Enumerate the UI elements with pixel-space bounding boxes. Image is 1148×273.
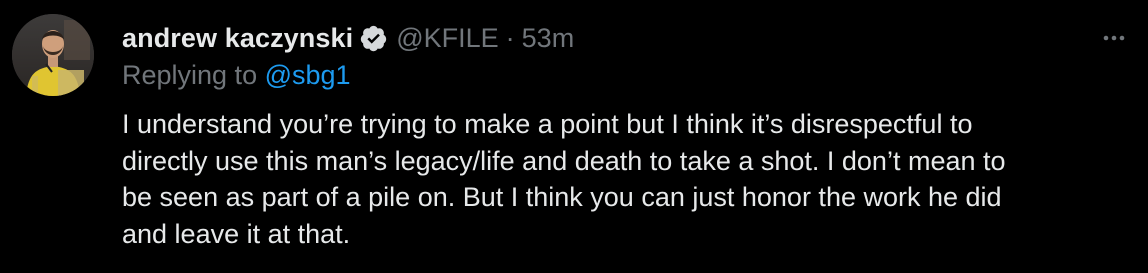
- more-dots-icon[interactable]: [1096, 20, 1132, 56]
- avatar-image: [12, 14, 94, 96]
- author-display-name[interactable]: andrew kaczynski: [122, 23, 353, 54]
- timestamp[interactable]: 53m: [522, 23, 575, 54]
- tweet: andrew kaczynski @KFILE · 53m Replying t…: [0, 0, 1148, 273]
- avatar[interactable]: [12, 14, 94, 96]
- tweet-body: I understand you’re trying to make a poi…: [122, 106, 1122, 252]
- tweet-body-line: be seen as part of a pile on. But I thin…: [122, 182, 1002, 212]
- reply-context-prefix: Replying to: [122, 60, 258, 90]
- separator-dot: ·: [505, 22, 515, 53]
- reply-context: Replying to @sbg1: [122, 60, 351, 91]
- tweet-body-line: directly use this man’s legacy/life and …: [122, 145, 1006, 176]
- tweet-body-line: I understand you’re trying to make a poi…: [122, 109, 973, 139]
- verified-badge-icon: [359, 24, 388, 53]
- tweet-header: andrew kaczynski @KFILE · 53m: [122, 18, 574, 58]
- tweet-body-line: and leave it at that.: [122, 218, 351, 249]
- author-handle[interactable]: @KFILE: [396, 23, 498, 54]
- reply-mention-link[interactable]: @sbg1: [265, 60, 351, 90]
